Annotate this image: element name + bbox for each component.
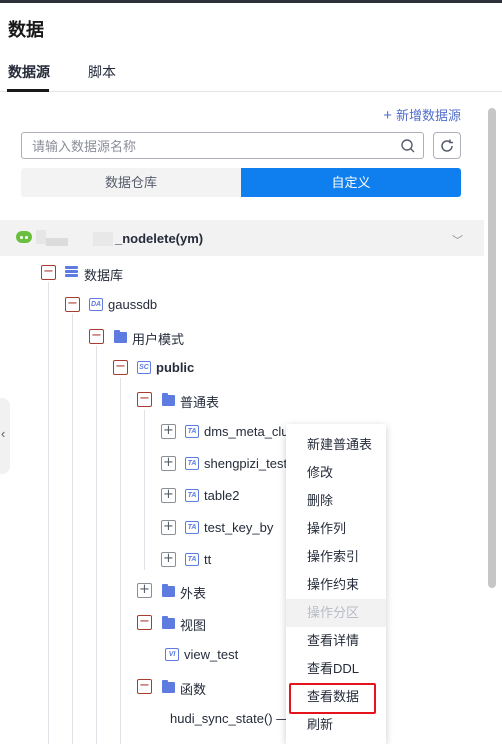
chevron-down-icon[interactable]: ﹀ [452, 232, 463, 248]
add-datasource-button[interactable]: + 新增数据源 [383, 105, 461, 124]
tree-guide-line [96, 346, 97, 744]
redacted-block [36, 230, 46, 244]
collapse-toggle[interactable]: − [137, 615, 152, 630]
tree-node-label: 数据库 [84, 268, 124, 283]
tree-node-label: view_test [184, 647, 239, 662]
menu-item-refresh[interactable]: 刷新 [286, 711, 386, 739]
search-input[interactable] [32, 137, 392, 155]
expand-toggle[interactable]: + [161, 456, 176, 471]
schema-badge-icon: SC [137, 361, 151, 374]
table-badge-icon: TA [185, 553, 199, 566]
expand-toggle[interactable]: + [161, 552, 176, 567]
search-box [21, 132, 424, 159]
tree-node-label: shengpizi_test [204, 456, 288, 471]
collapse-toggle[interactable]: − [41, 265, 56, 280]
page-title: 数据 [8, 20, 44, 40]
connection-name: _nodelete(ym) [115, 231, 204, 246]
tree-node-label: table2 [204, 488, 240, 503]
folder-icon [162, 584, 175, 597]
database-icon [65, 266, 78, 278]
scrollbar[interactable] [488, 108, 496, 588]
table-badge-icon: TA [185, 425, 199, 438]
active-tab-indicator [7, 89, 49, 92]
tree-node-label: 用户模式 [132, 332, 185, 347]
tree-node-label: hudi_sync_state() — r [170, 711, 298, 726]
tree-node-label: 外表 [180, 586, 207, 601]
tree-node-label: public [156, 360, 195, 375]
annotation-highlight-box [289, 683, 376, 714]
collapse-toggle[interactable]: − [65, 297, 80, 312]
connection-row[interactable] [0, 220, 484, 256]
tree-node-label: gaussdb [108, 297, 158, 312]
refresh-icon [441, 139, 453, 152]
menu-item-details[interactable]: 查看详情 [286, 627, 386, 655]
redacted-block [93, 232, 113, 246]
tree-guide-line [144, 410, 145, 570]
expand-toggle[interactable]: + [161, 520, 176, 535]
search-icon[interactable] [400, 138, 416, 154]
top-border [0, 0, 502, 3]
redacted-block [46, 238, 68, 246]
tree-node-label: dms_meta_clus [204, 424, 296, 439]
tree-node-label: test_key_by [204, 520, 274, 535]
source-type-switch: 数据仓库 自定义 [21, 168, 461, 197]
tree-node-label: 函数 [180, 682, 207, 697]
menu-item-columns[interactable]: 操作列 [286, 515, 386, 543]
tree-node-label: 视图 [180, 618, 207, 633]
tab-datasource[interactable]: 数据源 [8, 62, 50, 82]
table-badge-icon: TA [185, 489, 199, 502]
tab-script[interactable]: 脚本 [88, 62, 116, 82]
connection-status-icon [16, 231, 32, 243]
expand-toggle[interactable]: + [161, 424, 176, 439]
plus-icon: + [383, 107, 392, 124]
folder-icon [114, 330, 127, 343]
menu-item-view-ddl[interactable]: 查看DDL [286, 655, 386, 683]
table-badge-icon: TA [185, 521, 199, 534]
tree-guide-line [72, 314, 73, 744]
view-badge-icon: VI [165, 648, 179, 661]
tree-node-label: tt [204, 552, 212, 567]
menu-item-modify[interactable]: 修改 [286, 459, 386, 487]
collapse-toggle[interactable]: − [137, 392, 152, 407]
tree-guide-line [120, 378, 121, 744]
refresh-button[interactable] [433, 132, 461, 159]
segment-custom[interactable]: 自定义 [241, 168, 461, 197]
add-datasource-label: 新增数据源 [395, 108, 461, 123]
chevron-left-icon: ‹ [1, 426, 6, 441]
segment-data-warehouse[interactable]: 数据仓库 [21, 168, 241, 197]
folder-icon [162, 616, 175, 629]
menu-item-constraints[interactable]: 操作约束 [286, 571, 386, 599]
tab-bar: 数据源 脚本 [0, 62, 502, 92]
expand-toggle[interactable]: + [137, 583, 152, 598]
menu-item-partitions: 操作分区 [286, 599, 386, 627]
folder-icon [162, 680, 175, 693]
collapse-toggle[interactable]: − [113, 360, 128, 375]
database-badge-icon: DA [89, 298, 103, 311]
folder-icon [162, 393, 175, 406]
menu-item-indexes[interactable]: 操作索引 [286, 543, 386, 571]
collapse-panel-handle[interactable]: ‹ [0, 398, 10, 474]
expand-toggle[interactable]: + [161, 488, 176, 503]
collapse-toggle[interactable]: − [89, 329, 104, 344]
menu-item-delete[interactable]: 删除 [286, 487, 386, 515]
tree-guide-line [48, 282, 49, 744]
tree-node-label: 普通表 [180, 395, 220, 410]
collapse-toggle[interactable]: − [137, 679, 152, 694]
table-badge-icon: TA [185, 457, 199, 470]
menu-item-new-table[interactable]: 新建普通表 [286, 431, 386, 459]
